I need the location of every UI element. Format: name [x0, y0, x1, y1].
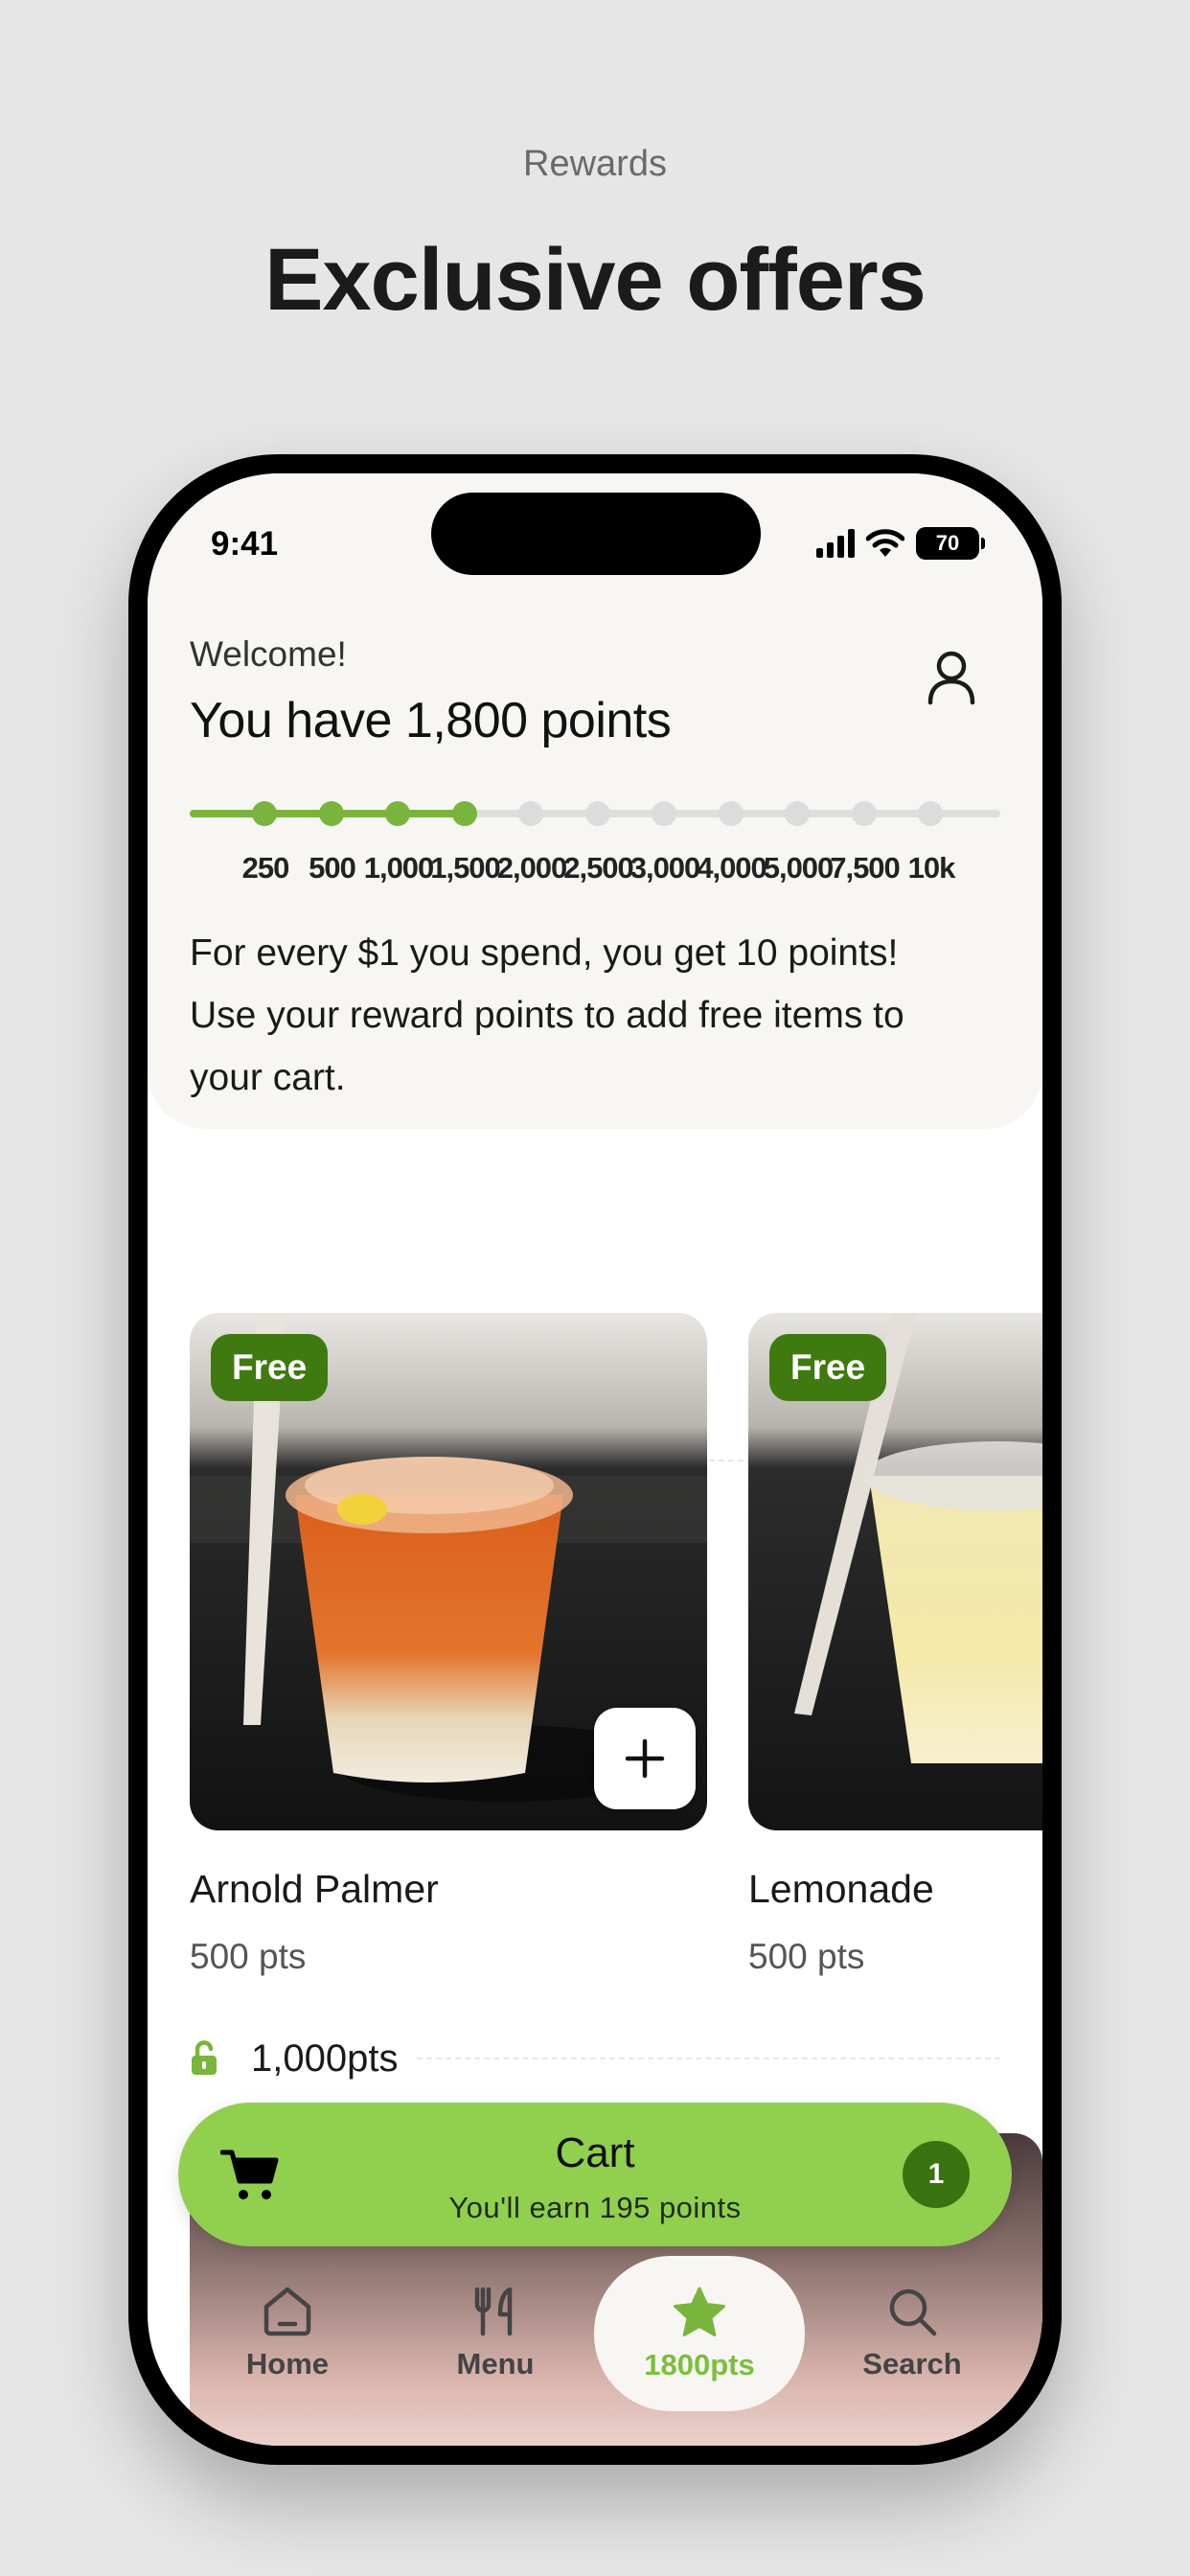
reward-points: 500 pts — [190, 1937, 307, 1976]
tab-label: Search — [862, 2347, 962, 2380]
explainer-line: For every $1 you spend, you get 10 point… — [190, 932, 899, 974]
milestone-dot — [785, 801, 810, 826]
tab-bar: Home Menu 1800pts Search — [148, 2256, 1042, 2446]
milestone-label: 2,000 — [496, 851, 568, 885]
welcome-text: Welcome! — [190, 634, 347, 674]
milestone-label: 10k — [907, 851, 956, 885]
milestone-dot — [318, 801, 344, 826]
milestone-dot — [385, 801, 410, 826]
status-time: 9:41 — [211, 525, 279, 563]
milestone-dot — [652, 801, 676, 826]
app-screen: Welcome! You have 1,800 points 250 500 1,0… — [148, 473, 1042, 2446]
free-badge: Free — [769, 1334, 887, 1401]
home-icon — [260, 2284, 315, 2339]
wifi-icon — [866, 529, 904, 557]
milestone-dot — [584, 801, 610, 826]
reward-name: Arnold Palmer — [190, 1867, 439, 1911]
explainer-line: your cart. — [190, 1057, 346, 1098]
tab-search[interactable]: Search — [809, 2256, 1016, 2409]
add-to-cart-button[interactable] — [594, 1708, 696, 1809]
milestone-labels: 250 500 1,000 1,500 2,000 2,500 3,000 4,000 5,00… — [190, 851, 1000, 889]
dynamic-island — [431, 493, 761, 575]
tab-home[interactable]: Home — [184, 2256, 391, 2409]
milestone-label: 250 — [241, 851, 290, 885]
explainer-line: Use your reward points to add free items… — [190, 995, 904, 1036]
arnold-palmer-photo: Free — [190, 1313, 707, 1830]
milestone-label: 3,000 — [629, 851, 701, 885]
milestone-dot — [718, 801, 744, 826]
cart-count-badge: 1 — [903, 2141, 970, 2208]
cart-title: Cart — [555, 2129, 635, 2176]
tab-menu[interactable]: Menu — [392, 2256, 599, 2409]
rewards-carousel[interactable]: Free Arnold Palmer 500 pts Free Lemonade… — [190, 1313, 1042, 2003]
tab-rewards[interactable]: 1800pts — [594, 2256, 805, 2411]
reward-name: Lemonade — [748, 1867, 934, 1911]
cellular-signal-icon — [816, 529, 855, 558]
battery-icon: 70 — [916, 527, 985, 560]
search-icon — [884, 2284, 940, 2339]
phone-frame: Welcome! You have 1,800 points 250 500 1,0… — [128, 454, 1062, 2465]
tab-label: 1800pts — [644, 2348, 755, 2381]
points-explainer: For every $1 you spend, you get 10 point… — [190, 922, 1000, 1109]
milestone-label: 4,000 — [697, 851, 767, 885]
points-balance: You have 1,800 points — [190, 693, 672, 748]
page-headline: Exclusive offers — [264, 231, 927, 329]
milestone-dot — [518, 801, 543, 826]
lemonade-photo: Free — [748, 1313, 1042, 1830]
reward-points: 500 pts — [748, 1937, 865, 1976]
tier-divider — [417, 2058, 1000, 2059]
profile-button[interactable] — [918, 644, 985, 711]
milestone-label: 500 — [309, 851, 356, 885]
tier-header-1000: 1,000pts — [190, 2030, 1000, 2087]
tab-label: Home — [245, 2347, 330, 2380]
points-progress-bar — [190, 799, 1000, 828]
milestone-label: 1,000 — [363, 851, 435, 885]
star-icon — [672, 2285, 727, 2340]
fork-knife-icon — [468, 2284, 523, 2339]
reward-card-lemonade[interactable]: Free Lemonade 500 pts — [748, 1313, 1042, 1977]
milestone-label: 2,500 — [563, 851, 634, 885]
cart-earn-text: You'll earn 195 points — [448, 2191, 742, 2224]
milestone-label: 5,000 — [763, 851, 835, 885]
unlock-icon — [190, 2039, 222, 2078]
milestone-label: 1,500 — [430, 851, 501, 885]
milestone-dot — [252, 801, 277, 826]
person-icon — [927, 651, 975, 705]
page-eyebrow: Rewards — [523, 144, 667, 184]
tier-label: 1,000pts — [251, 2036, 399, 2080]
milestone-dot — [851, 801, 877, 826]
milestone-label: 7,500 — [830, 851, 901, 885]
cart-button[interactable]: Cart You'll earn 195 points 1 — [178, 2103, 1012, 2246]
plus-icon — [625, 1738, 665, 1779]
tab-label: Menu — [456, 2347, 535, 2380]
status-icons: 70 — [816, 527, 985, 560]
free-badge: Free — [211, 1334, 329, 1401]
milestone-dot — [918, 801, 943, 826]
milestone-dot — [451, 801, 477, 826]
reward-card-arnold-palmer[interactable]: Free Arnold Palmer 500 pts — [190, 1313, 707, 1977]
